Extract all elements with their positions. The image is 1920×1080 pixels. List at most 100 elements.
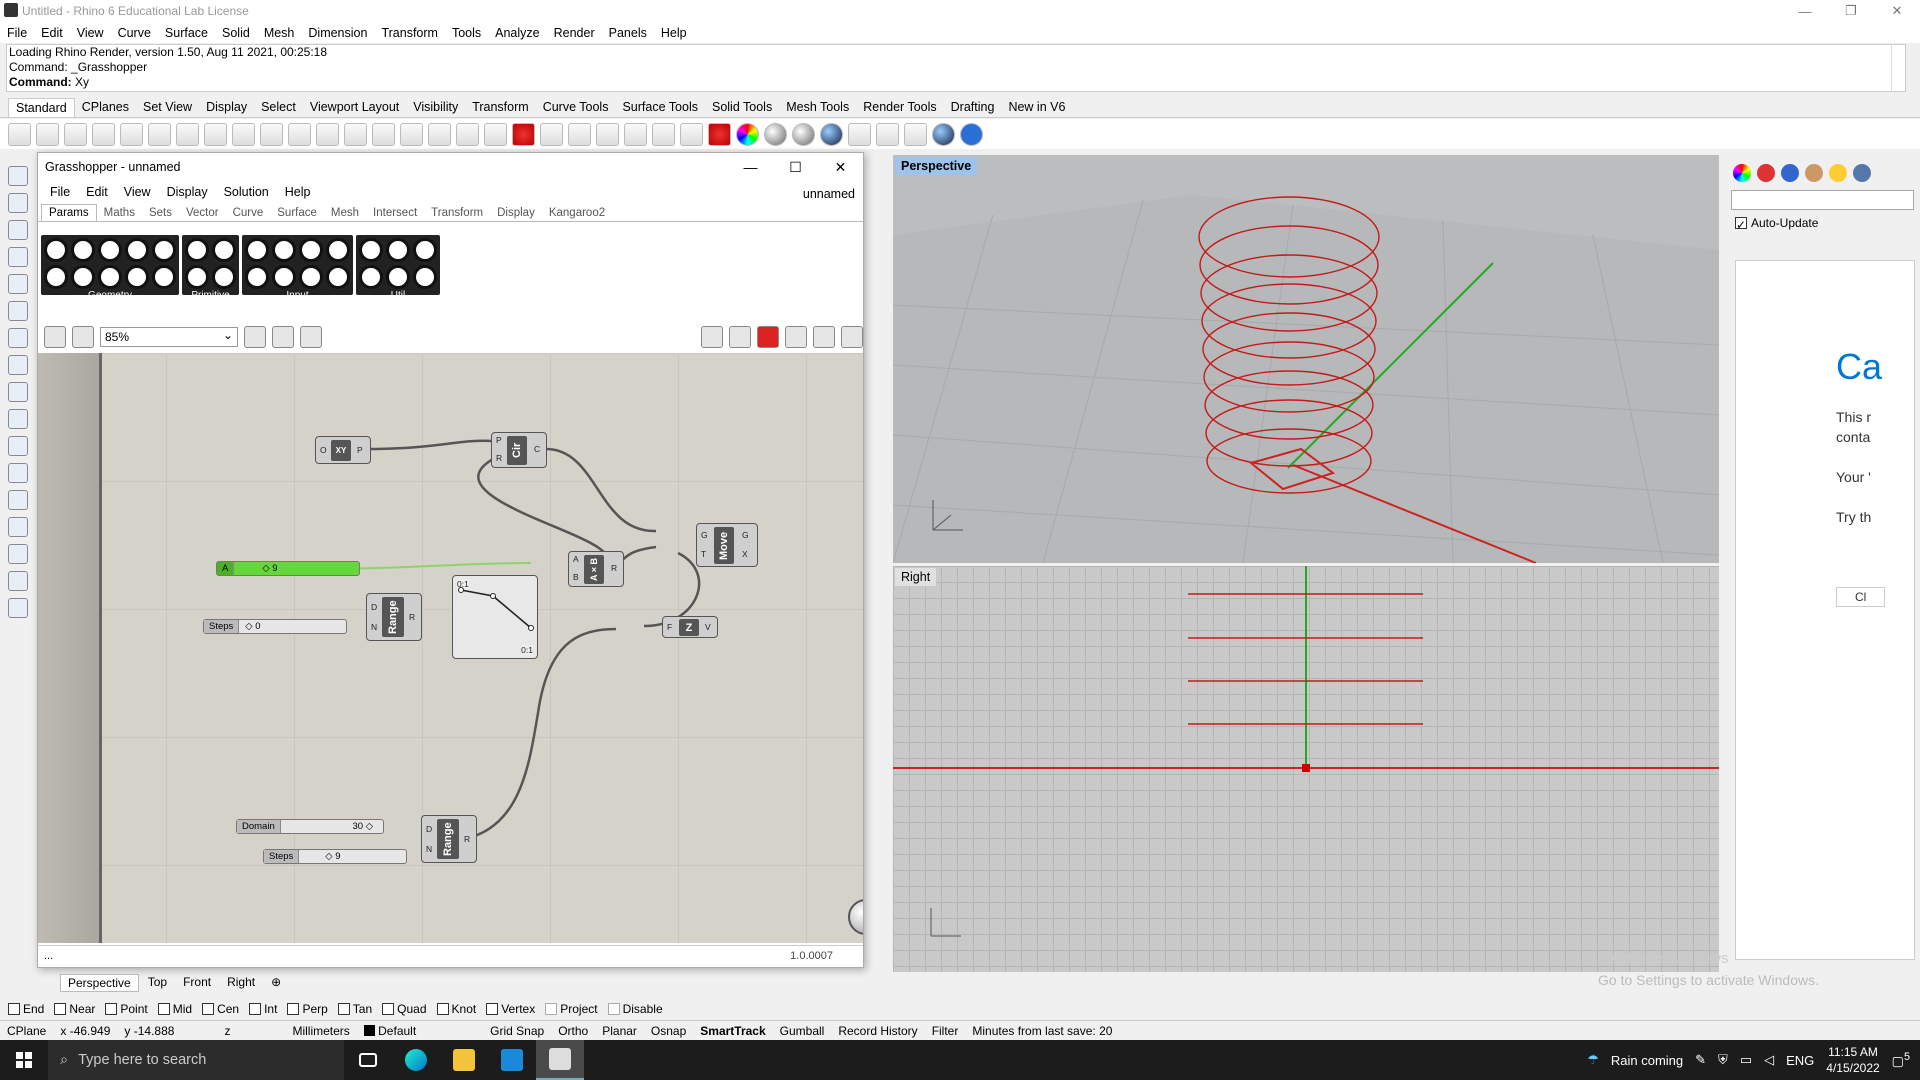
render-panel-icon[interactable] [1781,164,1799,182]
libraries-icon[interactable] [1829,164,1847,182]
value-list-icon[interactable] [299,238,323,262]
car-icon[interactable] [512,122,535,146]
viewport-tab-top[interactable]: Top [141,974,174,992]
tab-cplanes[interactable]: CPlanes [75,98,136,117]
relay-icon[interactable] [386,238,410,262]
task-view-icon[interactable] [344,1040,392,1080]
menu-edit[interactable]: Edit [34,26,70,40]
group-icon[interactable] [8,490,28,510]
save-icon[interactable] [64,122,87,146]
range2-steps-port[interactable]: N [426,844,432,854]
boolean-param-icon[interactable] [212,238,236,262]
menu-mesh[interactable]: Mesh [257,26,302,40]
command-scrollbar[interactable] [1891,45,1905,91]
gh-tab-display[interactable]: Display [490,205,542,221]
gh-preview-shaded-icon[interactable] [757,326,779,348]
undo-icon[interactable] [232,122,255,146]
zoom-selected-icon[interactable] [400,122,423,146]
zoom-extents-icon[interactable] [372,122,395,146]
toggle-icon[interactable] [272,238,296,262]
select-arrow-icon[interactable] [8,166,28,186]
tab-select[interactable]: Select [254,98,303,117]
tray-shield-icon[interactable]: ⛨ [1718,1052,1728,1068]
circle-plane-port[interactable]: P [496,435,502,445]
move-output-geometry-port[interactable]: G [742,530,749,540]
gh-mesh-quality-icon[interactable] [841,326,863,348]
mesh-param-icon[interactable] [152,238,176,262]
right-viewport[interactable]: Right [893,566,1719,972]
cylinder-icon[interactable] [8,328,28,348]
menu-tools[interactable]: Tools [445,26,488,40]
multiply-a-port[interactable]: A [573,554,579,564]
osnap-project[interactable]: Project [545,1002,598,1016]
close-button[interactable]: ✕ [1874,0,1920,22]
gh-minimize-button[interactable]: — [728,153,773,181]
arc-param-icon[interactable] [98,238,122,262]
gh-save-icon[interactable] [72,326,94,348]
perspective-viewport[interactable]: Perspective [893,155,1719,563]
osnap-perp[interactable]: Perp [287,1002,328,1016]
osnap-point[interactable]: Point [105,1002,148,1016]
gh-tab-mesh[interactable]: Mesh [324,205,366,221]
move-icon[interactable] [8,382,28,402]
gh-menu-display[interactable]: Display [159,185,216,199]
status-layer[interactable]: Default [363,1024,416,1038]
rhino-taskbar-icon[interactable] [536,1040,584,1080]
menu-solid[interactable]: Solid [215,26,257,40]
slider-icon[interactable] [245,238,269,262]
rotate-icon[interactable] [8,409,28,429]
snap-icon[interactable] [596,122,619,146]
export-icon[interactable] [120,122,143,146]
range2-output-port[interactable]: R [464,834,470,844]
status-smarttrack[interactable]: SmartTrack [700,1024,765,1038]
menu-transform[interactable]: Transform [374,26,445,40]
steps-slider-2[interactable]: Steps ◇ 9 [263,849,407,864]
text-param-icon[interactable] [212,265,236,289]
panel-search-input[interactable] [1731,190,1914,210]
gh-tab-curve[interactable]: Curve [226,205,271,221]
image-sampler-icon[interactable] [326,265,350,289]
circle-icon[interactable] [8,220,28,240]
list-icon[interactable] [299,265,323,289]
osnap-tan[interactable]: Tan [337,1002,372,1016]
multiply-output-port[interactable]: R [611,563,617,573]
gh-menu-file[interactable]: File [42,185,78,199]
status-osnap[interactable]: Osnap [651,1024,686,1038]
data-dam-icon[interactable] [386,265,410,289]
undo-view-icon[interactable] [428,122,451,146]
graph-mapper-component[interactable]: 0:1 0:1 [452,575,538,659]
unit-z-output-port[interactable]: V [705,622,711,632]
osnap-vertex[interactable]: Vertex [486,1002,535,1016]
status-filter[interactable]: Filter [932,1024,959,1038]
gh-close-button[interactable]: ✕ [818,153,863,181]
start-button[interactable] [0,1040,48,1080]
array-icon[interactable] [8,544,28,564]
notification-icon[interactable]: ▢5 [1892,1051,1910,1069]
viewport-tab-perspective[interactable]: Perspective [60,974,139,992]
cut-icon[interactable] [148,122,171,146]
gh-menu-edit[interactable]: Edit [78,185,116,199]
tray-volume-icon[interactable]: ◁ [1764,1052,1774,1068]
circle-component[interactable]: P R Cir C [491,432,547,468]
zoom-icon[interactable] [316,122,339,146]
copy-icon[interactable] [176,122,199,146]
integer-param-icon[interactable] [185,265,209,289]
command-input[interactable]: Xy [75,75,89,89]
shaded-sphere-icon[interactable] [764,122,787,146]
minimize-button[interactable]: — [1782,0,1828,22]
menu-help[interactable]: Help [654,26,694,40]
layer-icon[interactable] [708,122,731,146]
move-component[interactable]: G T Move G X [696,523,758,567]
add-viewport-tab-icon[interactable]: ⊕ [264,974,288,992]
status-ortho[interactable]: Ortho [558,1024,588,1038]
gh-open-icon[interactable] [44,326,66,348]
menu-curve[interactable]: Curve [111,26,158,40]
gh-zoom-extents-icon[interactable] [244,326,266,348]
xy-input-port[interactable]: O [320,445,327,455]
status-cplane[interactable]: CPlane [7,1024,46,1038]
gh-menu-help[interactable]: Help [277,185,319,199]
mail-icon[interactable] [488,1040,536,1080]
maximize-button[interactable]: ❐ [1828,0,1874,22]
rectangle-icon[interactable] [8,247,28,267]
render-icon[interactable] [8,598,28,618]
